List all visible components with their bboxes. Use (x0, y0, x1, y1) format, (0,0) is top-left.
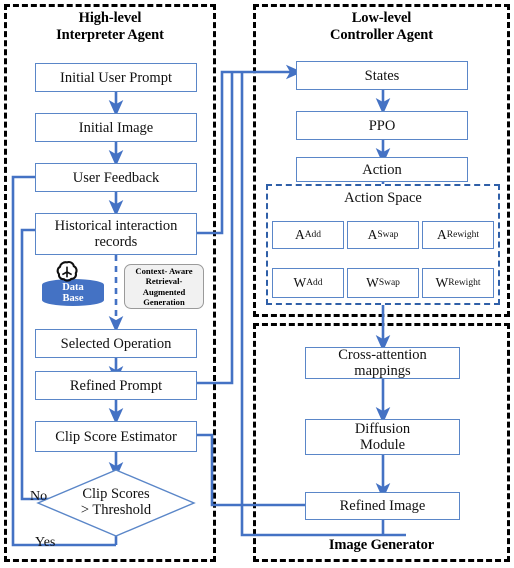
node-weight-add-sub: Add (306, 278, 323, 288)
node-user-feedback[interactable]: User Feedback (35, 163, 197, 192)
action-space-label: Action Space (344, 190, 422, 206)
node-weight-swap[interactable]: W Swap (347, 268, 419, 298)
node-weight-add[interactable]: W Add (272, 268, 344, 298)
node-action-rewight-base: A (437, 227, 447, 242)
node-action-rewight[interactable]: A Rewight (422, 221, 494, 249)
decision-label: Clip Scores > Threshold (80, 486, 152, 518)
node-action-swap-sub: Swap (377, 230, 399, 240)
node-initial-image[interactable]: Initial Image (35, 113, 197, 142)
decision-branch-yes: Yes (35, 535, 56, 550)
node-action-add[interactable]: A Add (272, 221, 344, 249)
node-weight-rewight[interactable]: W Rewight (422, 268, 494, 298)
node-weight-swap-sub: Swap (378, 278, 400, 288)
node-states[interactable]: States (296, 61, 468, 90)
node-action-add-sub: Add (304, 230, 322, 240)
node-ppo[interactable]: PPO (296, 111, 468, 140)
node-weight-add-base: W (293, 275, 307, 290)
node-selected-operation[interactable]: Selected Operation (35, 329, 197, 358)
node-refined-image[interactable]: Refined Image (305, 492, 460, 520)
node-action-add-base: A (294, 227, 305, 242)
node-diffusion-module[interactable]: Diffusion Module (305, 419, 460, 455)
diagram-canvas: High-level Interpreter Agent Low-level C… (0, 0, 514, 568)
node-action-swap-base: A (367, 227, 378, 242)
node-initial-user-prompt[interactable]: Initial User Prompt (35, 63, 197, 92)
openai-logo-icon (54, 259, 80, 285)
node-weight-rewight-sub: Rewight (448, 278, 481, 288)
rag-note: Context- Aware Retrieval- Augmented Gene… (124, 264, 204, 309)
node-clip-score-estimator[interactable]: Clip Score Estimator (35, 421, 197, 452)
decision-branch-no: No (30, 489, 48, 504)
node-refined-prompt[interactable]: Refined Prompt (35, 371, 197, 400)
node-action[interactable]: Action (296, 157, 468, 182)
node-cross-attention-mappings[interactable]: Cross-attention mappings (305, 347, 460, 379)
node-weight-rewight-base: W (435, 275, 449, 290)
node-action-rewight-sub: Rewight (446, 230, 479, 240)
node-action-swap[interactable]: A Swap (347, 221, 419, 249)
node-weight-swap-base: W (366, 275, 379, 290)
node-historical-interaction-records[interactable]: Historical interaction records (35, 213, 197, 255)
